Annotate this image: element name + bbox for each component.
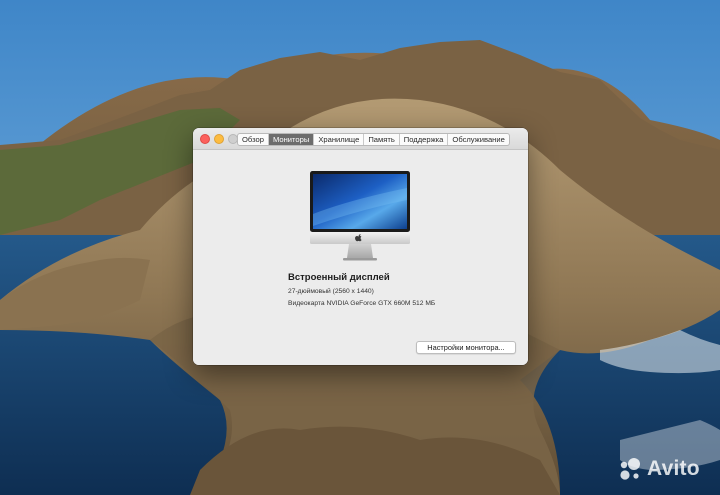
tab-storage[interactable]: Хранилище xyxy=(314,134,365,145)
displays-pane: Встроенный дисплей 27-дюймовый (2560 x 1… xyxy=(193,151,528,365)
tab-displays[interactable]: Мониторы xyxy=(268,134,315,145)
tab-service[interactable]: Обслуживание xyxy=(448,134,508,145)
avito-watermark: Avito xyxy=(617,455,700,483)
tab-memory[interactable]: Память xyxy=(364,134,400,145)
display-graphics-card: Видеокарта NVIDIA GeForce GTX 660M 512 М… xyxy=(288,300,436,307)
minimize-button[interactable] xyxy=(214,134,224,144)
imac-icon xyxy=(310,171,410,261)
display-name: Встроенный дисплей xyxy=(288,272,390,283)
tab-support[interactable]: Поддержка xyxy=(400,134,449,145)
display-resolution: 27-дюймовый (2560 x 1440) xyxy=(288,288,374,295)
about-this-mac-window: Обзор Мониторы Хранилище Память Поддержк… xyxy=(193,128,528,365)
tab-bar: Обзор Мониторы Хранилище Память Поддержк… xyxy=(237,133,510,146)
tab-overview[interactable]: Обзор xyxy=(238,134,269,145)
avito-logo-icon xyxy=(620,458,640,480)
display-settings-button[interactable]: Настройки монитора... xyxy=(416,341,516,354)
close-button[interactable] xyxy=(200,134,210,144)
title-bar: Обзор Мониторы Хранилище Память Поддержк… xyxy=(193,128,528,150)
avito-wordmark: Avito xyxy=(647,457,700,480)
